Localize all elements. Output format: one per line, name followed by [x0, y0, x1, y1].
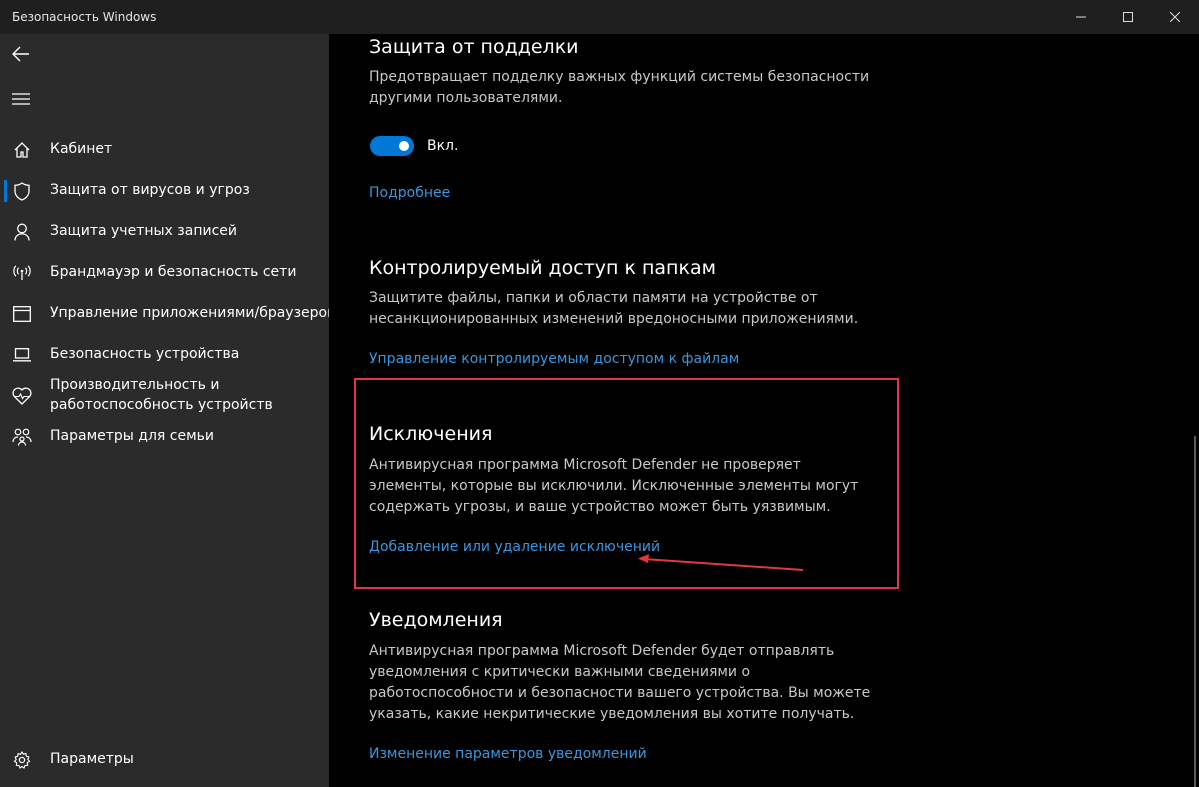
active-indicator [4, 180, 7, 202]
heart-icon [12, 386, 32, 406]
window-title: Безопасность Windows [12, 10, 157, 24]
sidebar-item-device-security[interactable]: Безопасность устройства [0, 344, 329, 366]
scrollbar-thumb[interactable] [1194, 436, 1196, 787]
maximize-button[interactable] [1105, 0, 1151, 34]
manage-folder-access-link[interactable]: Управление контролируемым доступом к фай… [369, 351, 739, 367]
sidebar-item-label: Защита от вирусов и угроз [50, 182, 250, 198]
learn-more-link[interactable]: Подробнее [369, 185, 450, 201]
family-icon [12, 427, 32, 447]
gear-icon [12, 750, 32, 770]
folder-access-desc-line2: несанкционированных изменений вредоносны… [369, 311, 859, 327]
sidebar-item-home[interactable]: Кабинет [0, 139, 329, 161]
person-icon [12, 222, 32, 242]
tamper-protection-desc-line1: Предотвращает подделку важных функций си… [369, 69, 870, 85]
sidebar-item-account-protection[interactable]: Защита учетных записей [0, 221, 329, 243]
notifications-desc-line4: указать, какие некритические уведомления… [369, 706, 855, 722]
shield-icon [12, 181, 32, 201]
sidebar-item-label: Кабинет [50, 141, 113, 157]
home-icon [12, 140, 32, 160]
annotation-arrow-icon [638, 554, 804, 571]
sidebar-item-label: Параметры для семьи [50, 428, 215, 444]
close-button[interactable] [1152, 0, 1198, 34]
sidebar-item-label-line1: Производительность и [50, 377, 220, 393]
sidebar-item-app-browser-control[interactable]: Управление приложениями/браузером [0, 303, 338, 325]
toggle-knob [399, 141, 409, 151]
change-notification-settings-link[interactable]: Изменение параметров уведомлений [369, 746, 647, 762]
tamper-protection-title: Защита от подделки [369, 36, 579, 58]
sidebar: Кабинет Защита от вирусов и угроз Защита… [0, 34, 338, 787]
toggle-state-label: Вкл. [427, 138, 459, 154]
notifications-desc-line1: Антивирусная программа Microsoft Defende… [369, 643, 835, 659]
menu-button[interactable] [6, 84, 36, 114]
sidebar-item-label: Управление приложениями/браузером [50, 305, 338, 321]
minimize-icon [1076, 16, 1086, 18]
back-arrow-icon [12, 46, 29, 62]
notifications-desc-line3: работоспособности и безопасности вашего … [369, 685, 871, 701]
sidebar-item-label-line2: работоспособность устройств [50, 397, 273, 413]
sidebar-item-virus-protection[interactable]: Защита от вирусов и угроз [0, 180, 329, 202]
app-window-icon [12, 304, 32, 324]
tamper-protection-toggle[interactable] [370, 136, 414, 156]
sidebar-item-label: Защита учетных записей [50, 223, 237, 239]
sidebar-item-label: Безопасность устройства [50, 346, 240, 362]
minimize-button[interactable] [1058, 0, 1104, 34]
maximize-icon [1123, 12, 1133, 22]
sidebar-item-firewall[interactable]: Брандмауэр и безопасность сети [0, 262, 329, 284]
notifications-desc-line2: уведомления с критически важными сведени… [369, 664, 751, 680]
settings-label: Параметры [50, 751, 134, 767]
sidebar-item-settings[interactable]: Параметры [0, 749, 329, 771]
folder-access-desc-line1: Защитите файлы, папки и области памяти н… [369, 290, 818, 306]
notifications-title: Уведомления [369, 609, 503, 631]
sidebar-item-family-options[interactable]: Параметры для семьи [0, 426, 329, 448]
close-icon [1170, 12, 1180, 22]
folder-access-title: Контролируемый доступ к папкам [369, 257, 716, 279]
title-bar: Безопасность Windows [0, 0, 1199, 34]
hamburger-icon [12, 93, 30, 105]
sidebar-item-label: Брандмауэр и безопасность сети [50, 264, 297, 280]
laptop-icon [12, 345, 32, 365]
highlight-frame [354, 378, 899, 589]
back-button[interactable] [6, 39, 36, 69]
wireless-icon [12, 263, 32, 283]
sidebar-item-device-performance[interactable]: Производительность и работоспособность у… [0, 375, 329, 417]
tamper-protection-desc-line2: другими пользователями. [369, 90, 563, 106]
